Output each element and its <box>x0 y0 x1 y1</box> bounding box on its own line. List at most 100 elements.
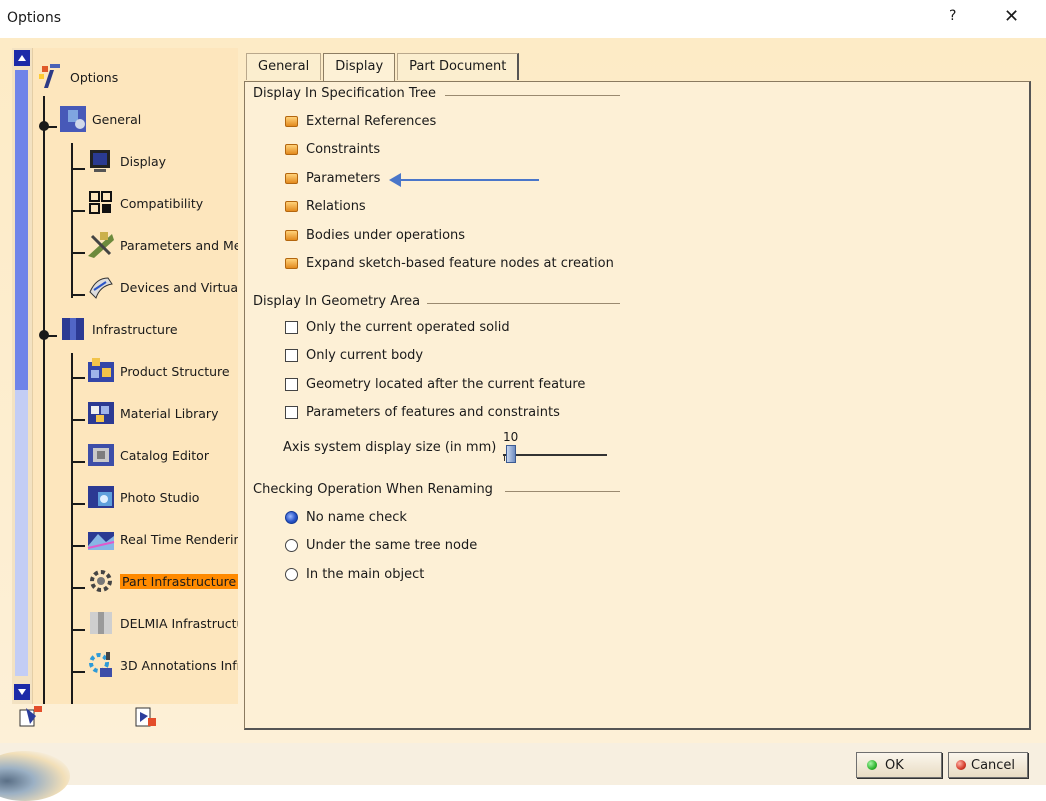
checkbox-checked-icon[interactable] <box>285 144 298 155</box>
expand-tree-icon <box>135 707 156 727</box>
infrastructure-icon <box>58 314 88 344</box>
radio-unselected-icon[interactable] <box>285 539 298 552</box>
tree-home-button[interactable] <box>18 704 44 730</box>
tree-connector <box>71 353 73 704</box>
tree-item-label: Catalog Editor <box>120 447 209 463</box>
option-label: Only current body <box>306 348 424 363</box>
axis-size-slider-thumb[interactable] <box>506 445 517 463</box>
tab-general[interactable]: General <box>246 53 322 80</box>
tree-item-part-infrastructure[interactable]: Part Infrastructure <box>86 566 238 596</box>
checkbox-checked-icon[interactable] <box>285 116 298 127</box>
tree-item-devices[interactable]: Devices and Virtual <box>86 272 238 302</box>
checkbox-unchecked-icon[interactable] <box>285 378 298 391</box>
tree-connector <box>73 629 85 631</box>
tree-item-3d-annotations[interactable]: 3D Annotations Infr <box>86 650 238 680</box>
delmia-icon <box>86 608 116 638</box>
tab-part-document[interactable]: Part Document <box>397 53 520 80</box>
scrollbar-thumb[interactable] <box>15 70 28 390</box>
external-references-option[interactable]: External References <box>285 114 436 129</box>
app-logo-icon <box>0 751 70 801</box>
same-tree-node-option[interactable]: Under the same tree node <box>285 538 477 553</box>
no-name-check-option[interactable]: No name check <box>285 510 407 525</box>
tree-connector <box>73 503 85 505</box>
tree-item-label: Devices and Virtual <box>120 279 238 295</box>
geometry-after-feature-option[interactable]: Geometry located after the current featu… <box>285 377 585 392</box>
option-label: Expand sketch-based feature nodes at cre… <box>306 256 614 271</box>
current-body-option[interactable]: Only current body <box>285 348 423 363</box>
tree-item-delmia-infrastructure[interactable]: DELMIA Infrastructu <box>86 608 238 638</box>
option-label: Bodies under operations <box>306 228 466 243</box>
tree-item-label: Product Structure <box>120 363 230 379</box>
bodies-under-operations-option[interactable]: Bodies under operations <box>285 228 465 243</box>
axis-size-slider-track[interactable] <box>503 454 607 456</box>
tree-item-label: 3D Annotations Infr <box>120 657 238 673</box>
checkbox-unchecked-icon[interactable] <box>285 406 298 419</box>
tree-item-general[interactable]: General <box>58 104 141 134</box>
expand-sketch-nodes-option[interactable]: Expand sketch-based feature nodes at cre… <box>285 256 614 271</box>
cancel-button[interactable]: Cancel <box>948 752 1028 778</box>
parameters-option[interactable]: Parameters <box>285 171 380 186</box>
tree-item-real-time-rendering[interactable]: Real Time Renderin <box>86 524 238 554</box>
tree-expand-button[interactable] <box>132 704 158 730</box>
current-operated-solid-option[interactable]: Only the current operated solid <box>285 320 510 335</box>
close-button[interactable]: ✕ <box>1004 6 1019 27</box>
tree-item-infrastructure[interactable]: Infrastructure <box>58 314 178 344</box>
option-label: Parameters <box>306 171 381 186</box>
tree-item-material-library[interactable]: Material Library <box>86 398 218 428</box>
checkbox-unchecked-icon[interactable] <box>285 321 298 334</box>
tab-display[interactable]: Display <box>323 53 396 82</box>
tree-item-label: Photo Studio <box>120 489 200 505</box>
tree-item-label: DELMIA Infrastructu <box>120 615 238 631</box>
tree-item-product-structure[interactable]: Product Structure <box>86 356 230 386</box>
tree-item-catalog-editor[interactable]: Catalog Editor <box>86 440 209 470</box>
product-structure-icon <box>86 356 116 386</box>
radio-unselected-icon[interactable] <box>285 568 298 581</box>
tree-item-label: Infrastructure <box>92 321 178 337</box>
checkbox-checked-icon[interactable] <box>285 258 298 269</box>
tree-item-parameters[interactable]: Parameters and Mea <box>86 230 238 260</box>
tree-connector <box>45 335 57 337</box>
checkbox-checked-icon[interactable] <box>285 201 298 212</box>
axis-size-label: Axis system display size (in mm) <box>283 440 496 455</box>
options-icon <box>36 62 66 92</box>
display-tab-panel: Display In Specification Tree External R… <box>244 81 1031 730</box>
option-label: Geometry located after the current featu… <box>306 377 586 392</box>
tree-item-label: Parameters and Mea <box>120 237 238 253</box>
checkbox-checked-icon[interactable] <box>285 230 298 241</box>
material-library-icon <box>86 398 116 428</box>
option-label: Relations <box>306 199 366 214</box>
tree-connector <box>73 377 85 379</box>
main-object-option[interactable]: In the main object <box>285 567 424 582</box>
3d-annotations-icon <box>86 650 116 680</box>
options-dialog: Options General Display Compatibility Pa… <box>0 38 1046 801</box>
checkbox-checked-icon[interactable] <box>285 173 298 184</box>
dialog-footer: OK Cancel <box>0 743 1046 801</box>
home-tree-icon <box>19 706 42 727</box>
part-infrastructure-icon <box>86 566 116 596</box>
help-button[interactable]: ? <box>949 8 956 24</box>
constraints-option[interactable]: Constraints <box>285 142 380 157</box>
tree-connector <box>43 96 45 350</box>
tree-item-label: Compatibility <box>120 195 204 211</box>
radio-selected-icon[interactable] <box>285 511 298 524</box>
tree-connector <box>73 461 85 463</box>
parameters-icon <box>86 230 116 260</box>
tree-item-options[interactable]: Options <box>36 62 118 92</box>
real-time-rendering-icon <box>86 524 116 554</box>
scroll-up-arrow-icon[interactable] <box>14 50 30 66</box>
checkbox-unchecked-icon[interactable] <box>285 349 298 362</box>
tree-item-photo-studio[interactable]: Photo Studio <box>86 482 199 512</box>
tree-item-compatibility[interactable]: Compatibility <box>86 188 203 218</box>
ok-button[interactable]: OK <box>856 752 942 778</box>
tree-connector <box>45 126 57 128</box>
scroll-down-arrow-icon[interactable] <box>14 684 30 700</box>
parameters-features-constraints-option[interactable]: Parameters of features and constraints <box>285 405 560 420</box>
tree-scrollbar[interactable] <box>12 48 33 704</box>
tree-item-display[interactable]: Display <box>86 146 166 176</box>
ok-button-label: OK <box>885 757 904 773</box>
relations-option[interactable]: Relations <box>285 199 366 214</box>
option-label: Only the current operated solid <box>306 320 510 335</box>
option-label: In the main object <box>306 567 425 582</box>
tree-connector <box>73 419 85 421</box>
scrollbar-track[interactable] <box>15 390 28 676</box>
